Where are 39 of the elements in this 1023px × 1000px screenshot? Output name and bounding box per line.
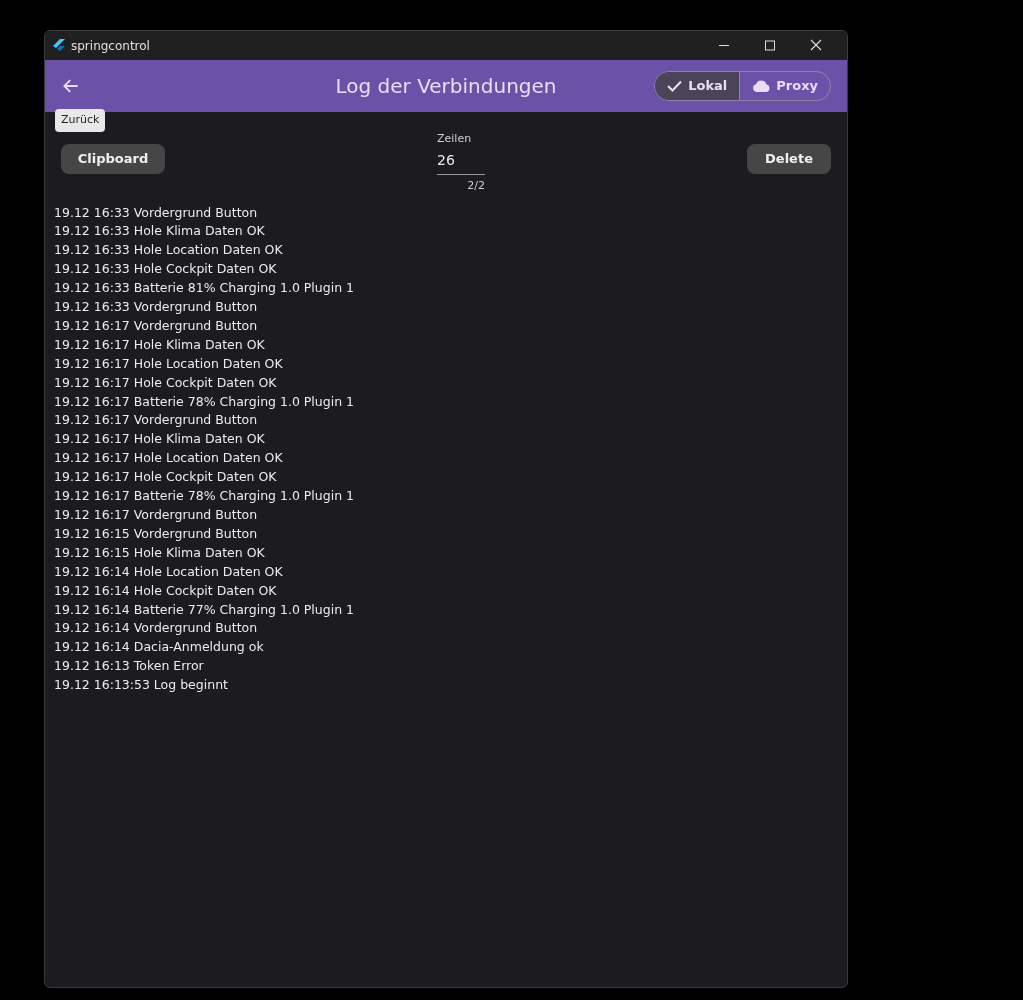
char-counter: 2/2: [467, 178, 485, 194]
log-line: 19.12 16:14 Hole Location Daten OK: [54, 562, 284, 581]
log-line: 19.12 16:13 Token Error: [54, 657, 205, 676]
field-label: Zeilen: [437, 133, 473, 144]
log-line: 19.12 16:15 Hole Klima Daten OK: [54, 543, 266, 562]
delete-button[interactable]: Delete: [747, 144, 831, 174]
log-line: 19.12 16:17 Hole Klima Daten OK: [54, 430, 266, 449]
cloud-icon: [752, 80, 771, 92]
log-line: 19.12 16:33 Hole Klima Daten OK: [54, 222, 266, 241]
log-line: 19.12 16:33 Vordergrund Button: [54, 298, 259, 317]
log-line: 19.12 16:17 Hole Location Daten OK: [54, 354, 284, 373]
log-line: 19.12 16:14 Dacia-Anmeldung ok: [54, 638, 265, 657]
log-line: 19.12 16:33 Hole Location Daten OK: [54, 241, 284, 260]
log-line: 19.12 16:33 Hole Cockpit Daten OK: [54, 260, 278, 279]
log-line: 19.12 16:17 Vordergrund Button: [54, 411, 259, 430]
tooltip: Zurück: [55, 109, 106, 132]
log-line: 19.12 16:17 Hole Location Daten OK: [54, 449, 284, 468]
log-line: 19.12 16:17 Hole Cockpit Daten OK: [54, 468, 278, 487]
window-title: springcontrol: [71, 37, 150, 55]
log-line: 19.12 16:17 Batterie 78% Charging 1.0 Plugin 1: [54, 392, 356, 411]
mode-segment[interactable]: Lokal: [655, 72, 740, 100]
log-line: 19.12 16:17 Vordergrund Button: [54, 316, 259, 335]
rows-field[interactable]: 26: [437, 144, 485, 175]
log-line: 19.12 16:33 Batterie 81% Charging 1.0 Plugin 1: [54, 279, 356, 298]
log-line: 19.12 16:15 Vordergrund Button: [54, 524, 259, 543]
clipboard-button[interactable]: Clipboard: [61, 144, 165, 174]
log-line: 19.12 16:14 Hole Cockpit Daten OK: [54, 581, 278, 600]
log-line: 19.12 16:14 Vordergrund Button: [54, 619, 259, 638]
app-bar-title: Log der Verbindungen: [335, 73, 557, 100]
mode-segment[interactable]: Proxy: [739, 72, 830, 100]
app-logo-icon: [53, 38, 65, 53]
log-line: 19.12 16:33 Vordergrund Button: [54, 203, 259, 222]
log-line: 19.12 16:17 Vordergrund Button: [54, 506, 259, 524]
log-line: 19.12 16:17 Hole Cockpit Daten OK: [54, 373, 278, 392]
log-line: 19.12 16:17 Batterie 78% Charging 1.0 Plugin 1: [54, 487, 356, 506]
check-icon: [667, 80, 683, 92]
log-line: 19.12 16:14 Batterie 77% Charging 1.0 Plugin 1: [54, 600, 356, 619]
log-line: 19.12 16:13:53 Log beginnt: [54, 676, 229, 695]
log-line: 19.12 16:17 Hole Klima Daten OK: [54, 335, 266, 354]
